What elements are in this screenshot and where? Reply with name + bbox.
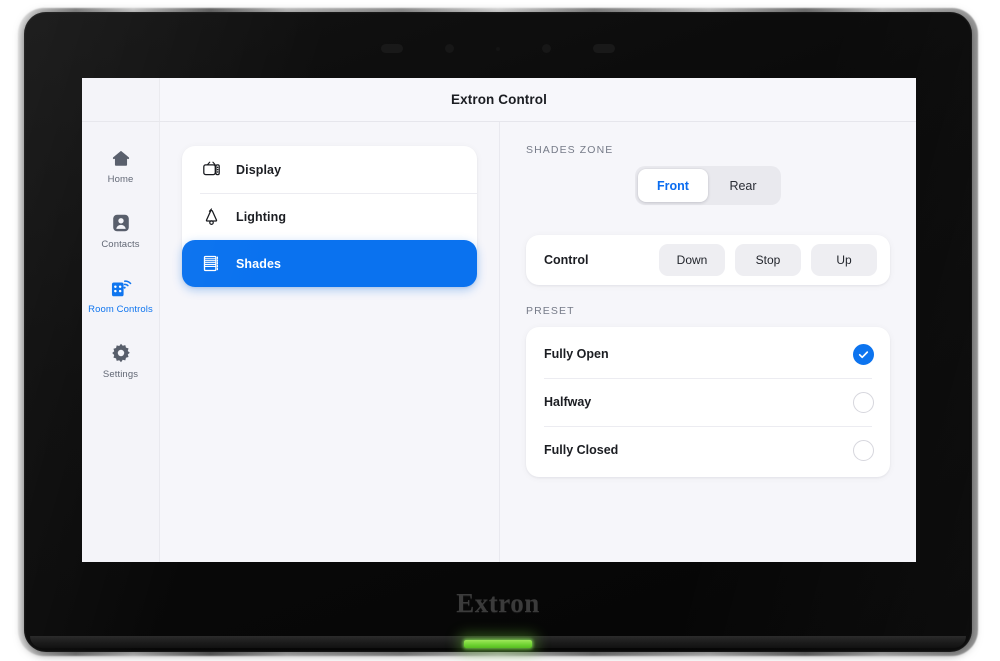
preset-item-label: Fully Closed [544, 443, 619, 457]
shade-up-button[interactable]: Up [811, 244, 877, 276]
shade-down-button[interactable]: Down [659, 244, 725, 276]
shades-zone-label: SHADES ZONE [526, 144, 614, 156]
sidebar-item-contacts[interactable]: Contacts [84, 211, 158, 250]
zone-segmented-control: Front Rear [635, 166, 781, 205]
source-list-panel: Display Lighting Shades [160, 122, 500, 562]
source-card: Display Lighting Shades [182, 146, 477, 287]
screen-body: Home Contacts Room Controls Settings Dis… [82, 122, 916, 562]
brand-logo: Extron [456, 588, 540, 618]
control-card: Control Down Stop Up [526, 235, 890, 285]
preset-card: Fully Open Halfway Fully Closed [526, 327, 890, 477]
sensor-dot-right-icon [542, 44, 551, 53]
sidebar-item-home[interactable]: Home [84, 146, 158, 185]
tv-icon [200, 159, 222, 181]
source-item-display[interactable]: Display [182, 146, 477, 193]
source-item-lighting[interactable]: Lighting [182, 193, 477, 240]
status-led [464, 640, 532, 648]
blinds-icon [200, 253, 222, 275]
sidebar-item-label: Settings [102, 369, 139, 380]
shade-stop-button[interactable]: Stop [735, 244, 801, 276]
preset-item-fully-closed[interactable]: Fully Closed [526, 426, 890, 474]
sidebar-item-label: Contacts [101, 239, 140, 250]
preset-label: PRESET [526, 305, 575, 317]
lamp-icon [200, 206, 222, 228]
preset-block: PRESET Fully Open Halfway Fully Closed [526, 305, 890, 477]
shades-control-panel: SHADES ZONE Front Rear Control Down Stop… [500, 122, 916, 562]
source-item-label: Shades [236, 256, 282, 271]
speaker-grille-right-icon [593, 44, 615, 53]
source-item-label: Lighting [236, 209, 287, 224]
room-controls-icon [109, 276, 133, 300]
sidebar-item-label: Room Controls [88, 304, 153, 315]
preset-item-label: Halfway [544, 395, 592, 409]
device-frame: Extron Control Home Contacts Room Contro… [18, 8, 978, 656]
touch-panel-screen: Extron Control Home Contacts Room Contro… [82, 78, 916, 562]
zone-tab-rear[interactable]: Rear [708, 169, 778, 202]
radio-empty-icon[interactable] [853, 439, 874, 461]
home-icon [109, 146, 133, 170]
preset-item-fully-open[interactable]: Fully Open [526, 330, 890, 378]
zone-tab-front[interactable]: Front [638, 169, 708, 202]
sidebar-item-label: Home [107, 174, 134, 185]
preset-item-label: Fully Open [544, 347, 609, 361]
speaker-grille-left-icon [381, 44, 403, 53]
source-item-label: Display [236, 162, 282, 177]
page-title: Extron Control [451, 92, 547, 107]
header-sidebar-fill [82, 78, 160, 121]
sidebar-item-room-controls[interactable]: Room Controls [84, 276, 158, 315]
zone-selector-wrap: Front Rear [526, 166, 890, 205]
sidebar-item-settings[interactable]: Settings [84, 341, 158, 380]
screen-header: Extron Control [82, 78, 916, 122]
check-circle-icon[interactable] [853, 343, 874, 365]
contacts-icon [109, 211, 133, 235]
preset-item-halfway[interactable]: Halfway [526, 378, 890, 426]
source-item-shades[interactable]: Shades [182, 240, 477, 287]
gear-icon [109, 341, 133, 365]
radio-empty-icon[interactable] [853, 391, 874, 413]
sidebar: Home Contacts Room Controls Settings [82, 122, 160, 562]
top-bezel-sensors [18, 44, 978, 53]
sensor-dot-left-icon [445, 44, 454, 53]
control-label: Control [544, 253, 589, 267]
camera-pinhole-icon [496, 46, 500, 51]
